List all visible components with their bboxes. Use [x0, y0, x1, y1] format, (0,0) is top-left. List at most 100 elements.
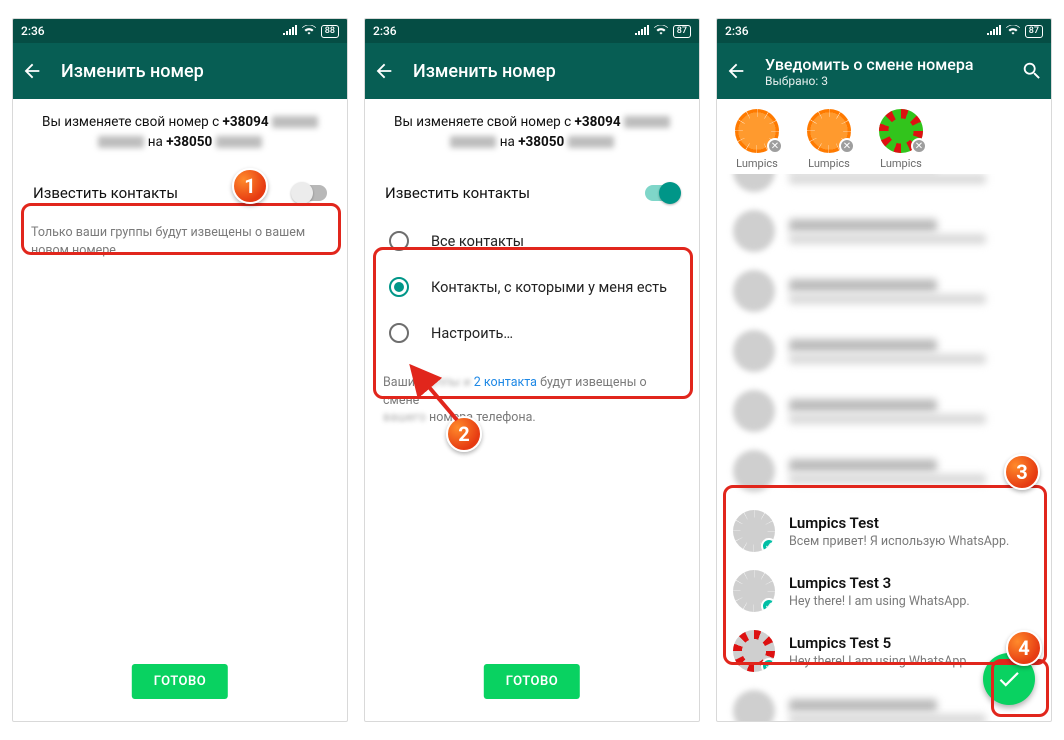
back-icon[interactable] [373, 60, 395, 82]
contact-name [789, 279, 937, 292]
notify-hint: Ваши группы и 2 контакта будут извещены … [383, 374, 681, 427]
wifi-icon [1006, 24, 1020, 38]
remove-chip-icon[interactable]: ✕ [839, 138, 855, 154]
status-bar: 2:36 88 [13, 19, 347, 43]
chip-name: Lumpics [736, 157, 778, 170]
contact-row[interactable]: ✓ Lumpics Test Всем привет! Я использую … [717, 501, 1051, 561]
avatar [733, 270, 775, 312]
contact-name [789, 339, 937, 352]
change-number-info: Вы изменяете свой номер с +38094 на +380… [383, 113, 681, 152]
battery-indicator: 87 [1025, 25, 1043, 38]
contact-list[interactable]: ✓ Lumpics Test Всем привет! Я использую … [717, 174, 1051, 721]
option-all-contacts[interactable]: Все контакты [383, 218, 681, 264]
option-contacts-with-chat[interactable]: Контакты, с которыми у меня есть [383, 264, 681, 310]
notify-contacts-label: Известить контакты [385, 184, 530, 202]
notify-contacts-row[interactable]: Известить контакты [383, 172, 681, 214]
status-indicators: 88 [283, 24, 339, 38]
notify-options: Все контакты Контакты, с которыми у меня… [383, 218, 681, 356]
chip-contact[interactable]: ✕ Lumpics [735, 109, 779, 170]
contact-row-blurred[interactable] [717, 174, 1051, 201]
appbar-title: Изменить номер [413, 61, 556, 82]
avatar: ✓ [733, 570, 775, 612]
status-indicators: 87 [987, 24, 1043, 38]
check-icon [996, 666, 1022, 692]
avatar [733, 450, 775, 492]
appbar-subtitle: Выбрано: 3 [765, 74, 973, 88]
selected-check-icon: ✓ [761, 658, 775, 672]
avatar: ✓ [733, 630, 775, 672]
done-button[interactable]: ГОТОВО [484, 664, 580, 699]
status-bar: 2:36 87 [365, 19, 699, 43]
status-time: 2:36 [725, 24, 749, 38]
wifi-icon [654, 24, 668, 38]
screen2-content: Вы изменяете свой номер с +38094 на +380… [365, 99, 699, 721]
redacted-text [450, 136, 496, 148]
phone-screen-3: 2:36 87 Уведомить о смене номера Выбрано… [716, 18, 1052, 722]
selected-check-icon: ✓ [761, 538, 775, 552]
contact-row-blurred[interactable] [717, 201, 1051, 261]
status-time: 2:36 [21, 24, 45, 38]
selected-check-icon: ✓ [761, 598, 775, 612]
option-label: Контакты, с которыми у меня есть [431, 279, 667, 296]
notify-contacts-toggle[interactable] [645, 185, 679, 201]
signal-icon [635, 24, 649, 38]
selected-chips: ✕ Lumpics ✕ Lumpics ✕ Lumpics [717, 99, 1051, 174]
contact-status [789, 474, 986, 484]
contact-name [789, 399, 937, 412]
chip-name: Lumpics [808, 157, 850, 170]
app-bar: Изменить номер [13, 43, 347, 99]
option-label: Все контакты [431, 233, 524, 250]
avatar [733, 210, 775, 252]
wifi-icon [302, 24, 316, 38]
avatar [733, 390, 775, 432]
done-button[interactable]: ГОТОВО [132, 664, 228, 699]
contact-status [789, 354, 986, 364]
notify-hint: Только ваши группы будут извещены о ваше… [31, 224, 329, 259]
back-icon[interactable] [725, 60, 747, 82]
notify-contacts-label: Известить контакты [33, 184, 178, 202]
battery-indicator: 87 [673, 25, 691, 38]
contact-status [789, 714, 986, 722]
notify-contacts-toggle[interactable] [293, 185, 327, 201]
contact-row-blurred[interactable] [717, 321, 1051, 381]
contact-row-blurred[interactable] [717, 441, 1051, 501]
search-icon[interactable] [1021, 60, 1043, 82]
contact-row[interactable]: ✓ Lumpics Test 3 Hey there! I am using W… [717, 561, 1051, 621]
radio-icon [389, 323, 409, 343]
redacted-text [568, 136, 614, 148]
chip-contact[interactable]: ✕ Lumpics [807, 109, 851, 170]
screen1-content: Вы изменяете свой номер с +38094 на +380… [13, 99, 347, 721]
contact-status: Всем привет! Я использую WhatsApp. [789, 534, 1035, 549]
notify-contacts-row[interactable]: Известить контакты [31, 172, 329, 214]
redacted-text [272, 116, 318, 128]
app-bar: Изменить номер [365, 43, 699, 99]
redacted-text [216, 136, 262, 148]
contact-row-blurred[interactable] [717, 381, 1051, 441]
radio-icon [389, 277, 409, 297]
signal-icon [283, 24, 297, 38]
remove-chip-icon[interactable]: ✕ [767, 138, 783, 154]
signal-icon [987, 24, 1001, 38]
contact-name [789, 459, 937, 472]
contact-name [789, 699, 937, 712]
battery-indicator: 88 [321, 25, 339, 38]
back-icon[interactable] [21, 60, 43, 82]
appbar-title: Уведомить о смене номера [765, 55, 973, 74]
redacted-text [98, 136, 144, 148]
status-bar: 2:36 87 [717, 19, 1051, 43]
avatar: ✓ [733, 510, 775, 552]
option-label: Настроить… [431, 325, 513, 342]
contact-name: Lumpics Test [789, 514, 1035, 532]
contact-status [789, 234, 986, 244]
contact-row-blurred[interactable] [717, 261, 1051, 321]
chip-contact[interactable]: ✕ Lumpics [879, 109, 923, 170]
change-number-info: Вы изменяете свой номер с +38094 на +380… [31, 113, 329, 152]
contact-status [789, 414, 986, 424]
avatar [733, 174, 775, 192]
contact-name [789, 219, 937, 232]
confirm-fab[interactable] [983, 653, 1035, 705]
phone-screen-2: 2:36 87 Изменить номер Вы изменяете свой… [364, 18, 700, 722]
contact-count-link[interactable]: 2 контакта [474, 375, 537, 390]
option-custom[interactable]: Настроить… [383, 310, 681, 356]
remove-chip-icon[interactable]: ✕ [911, 138, 927, 154]
